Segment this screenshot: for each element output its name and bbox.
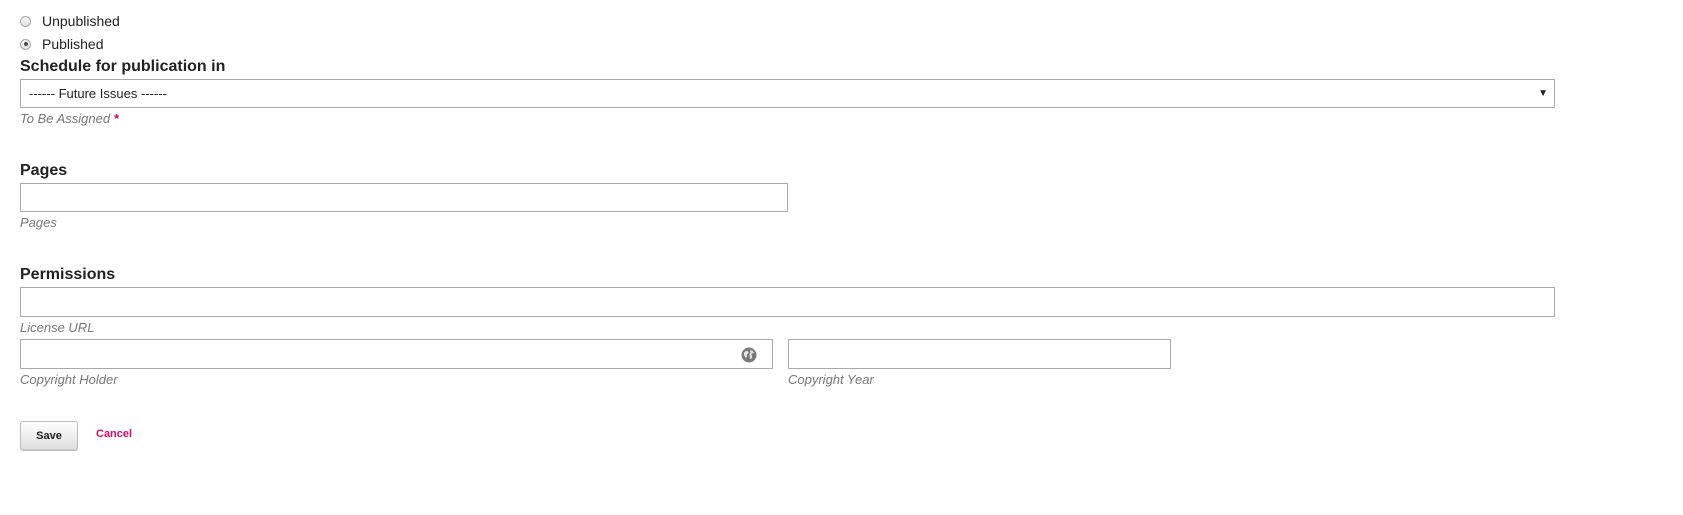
issue-select-value: ------ Future Issues ------ (29, 86, 167, 101)
copyright-year-hint: Copyright Year (788, 372, 874, 387)
radio-published-label: Published (42, 36, 104, 52)
license-url-input[interactable] (20, 287, 1555, 317)
copyright-holder-hint: Copyright Holder (20, 372, 118, 387)
copyright-year-input[interactable] (788, 339, 1171, 369)
required-indicator: * (114, 111, 120, 126)
pages-input[interactable] (20, 183, 788, 212)
cancel-link[interactable]: Cancel (96, 428, 132, 440)
issue-select[interactable]: ------ Future Issues ------ ▼ (20, 79, 1555, 108)
schedule-hint-text: To Be Assigned (20, 111, 111, 126)
license-url-hint: License URL (20, 320, 95, 335)
schedule-hint: To Be Assigned * (20, 111, 119, 126)
schedule-title: Schedule for publication in (20, 58, 226, 75)
radio-published[interactable] (20, 38, 31, 50)
pages-hint: Pages (20, 215, 57, 230)
radio-unpublished[interactable] (20, 15, 31, 27)
save-button[interactable]: Save (20, 421, 78, 451)
radio-option-unpublished[interactable]: Unpublished (20, 12, 120, 30)
pages-title: Pages (20, 162, 68, 179)
globe-icon[interactable] (741, 347, 757, 363)
chevron-down-icon: ▼ (1538, 88, 1548, 99)
radio-option-published[interactable]: Published (20, 35, 104, 53)
copyright-holder-input[interactable] (20, 339, 773, 369)
radio-unpublished-label: Unpublished (42, 13, 120, 29)
permissions-title: Permissions (20, 266, 116, 283)
